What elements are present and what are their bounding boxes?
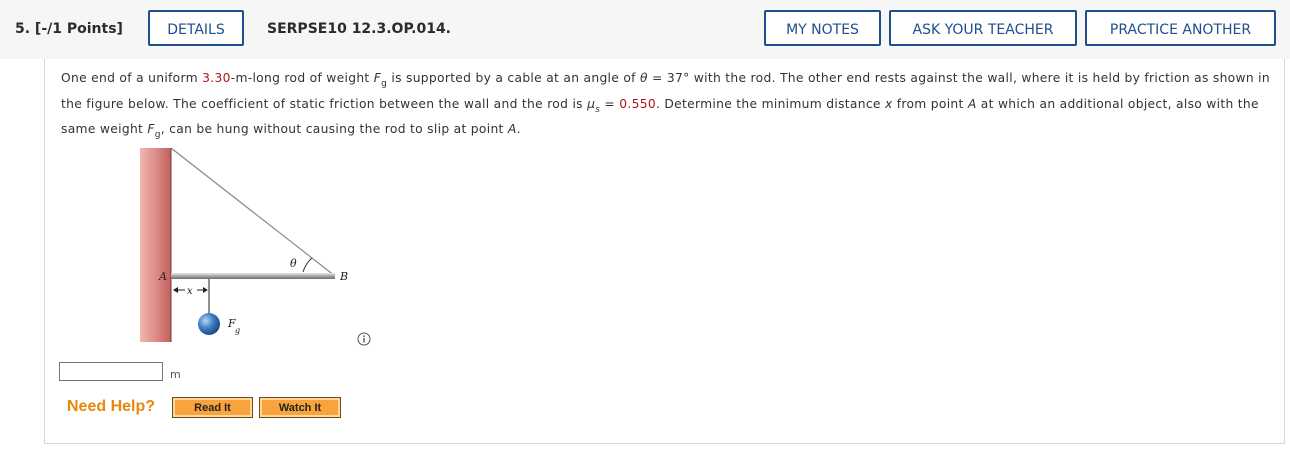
rod bbox=[171, 273, 335, 279]
left-arrow-icon bbox=[173, 287, 178, 293]
hanging-weight bbox=[198, 313, 220, 335]
question-header: 5. [-/1 Points] DETAILS SERPSE10 12.3.OP… bbox=[0, 0, 1290, 59]
point-b-label: B bbox=[339, 270, 348, 283]
my-notes-button[interactable]: MY NOTES bbox=[764, 10, 881, 46]
rod-length-value: 3.30 bbox=[202, 71, 231, 85]
mu-value: 0.550 bbox=[619, 96, 656, 111]
practice-another-button[interactable]: PRACTICE ANOTHER bbox=[1085, 10, 1276, 46]
read-it-button[interactable]: Read It bbox=[172, 397, 253, 418]
theta-arc bbox=[302, 257, 313, 273]
right-arrow-icon bbox=[203, 287, 208, 293]
question-reference: SERPSE10 12.3.OP.014. bbox=[267, 21, 452, 37]
theta-label: θ bbox=[290, 257, 297, 270]
ask-your-teacher-button[interactable]: ASK YOUR TEACHER bbox=[889, 10, 1077, 46]
answer-unit: m bbox=[170, 368, 181, 381]
watch-it-button[interactable]: Watch It bbox=[259, 397, 341, 418]
cable bbox=[170, 147, 336, 277]
answer-input[interactable] bbox=[59, 362, 163, 381]
question-number: 5. [-/1 Points] bbox=[15, 21, 123, 37]
distance-x-label: x bbox=[187, 286, 193, 297]
details-button[interactable]: DETAILS bbox=[148, 10, 244, 46]
question-text: One end of a uniform 3.30-m-long rod of … bbox=[61, 71, 1270, 140]
weight-g-subscript: g bbox=[235, 326, 240, 335]
distance-arrow: x bbox=[173, 286, 208, 297]
physics-figure: θ B A x F g bbox=[140, 147, 348, 342]
wall bbox=[140, 148, 171, 342]
need-help-label: Need Help? bbox=[67, 398, 156, 415]
point-a-label: A bbox=[158, 270, 167, 283]
info-icon[interactable] bbox=[357, 332, 371, 346]
